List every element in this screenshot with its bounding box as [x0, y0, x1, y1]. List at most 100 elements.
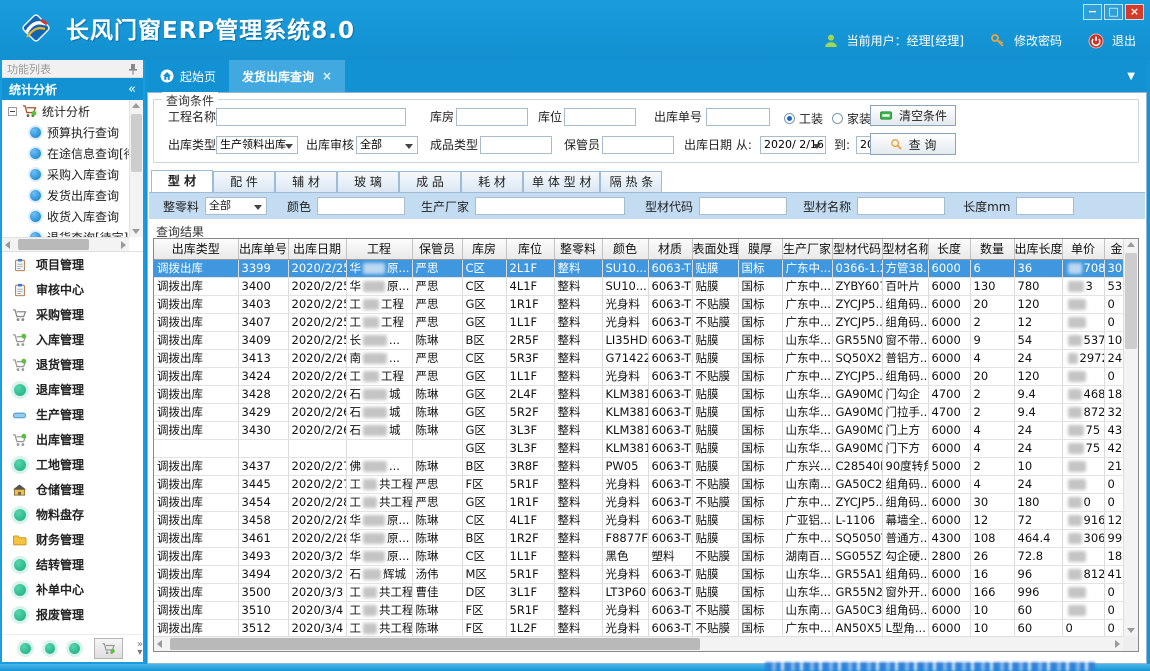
column-header[interactable]: 出库日期: [288, 239, 346, 259]
column-header[interactable]: 库位: [506, 239, 554, 259]
product-type-input[interactable]: [480, 136, 552, 154]
table-row[interactable]: 调拨出库34242020/2/26工工程严思G区1L1F整料光身料6063-T5…: [154, 367, 1123, 385]
table-row[interactable]: 调拨出库34932020/3/2华原...陈琳C区1L1F整料黑色塑料不贴膜国标…: [154, 547, 1123, 565]
table-row[interactable]: 调拨出库34582020/2/28华原...陈琳C区4L1F整料光身料6063-…: [154, 511, 1123, 529]
column-header[interactable]: 型材代码: [832, 239, 882, 259]
clear-conditions-button[interactable]: 清空条件: [870, 105, 956, 126]
radio-industrial[interactable]: 工装: [784, 110, 823, 127]
search-button[interactable]: 查 询: [870, 133, 956, 155]
sidebar-item[interactable]: 工地管理: [2, 452, 143, 477]
sidebar-item[interactable]: 退库管理: [2, 377, 143, 402]
column-header[interactable]: 材质: [648, 239, 692, 259]
location-input[interactable]: [564, 108, 636, 126]
column-header[interactable]: 出库长度: [1014, 239, 1062, 259]
column-header[interactable]: 保管员: [412, 239, 462, 259]
warehouse-input[interactable]: [456, 108, 528, 126]
sidebar-item[interactable]: 采购管理: [2, 302, 143, 327]
tab-outbound-query[interactable]: 发货出库查询 ×: [229, 60, 345, 92]
tree-horizontal-scrollbar[interactable]: [2, 237, 129, 251]
column-header[interactable]: 数量: [970, 239, 1014, 259]
column-header[interactable]: 单价: [1062, 239, 1104, 259]
column-header[interactable]: 出库单号: [238, 239, 288, 259]
table-row[interactable]: 调拨出库34132020/2/26南...严思C区5R3F整料G71422606…: [154, 349, 1123, 367]
column-header[interactable]: 金: [1104, 239, 1123, 259]
sidebar-item[interactable]: 财务管理: [2, 527, 143, 552]
table-row[interactable]: 调拨出库34292020/2/26石城陈琳G区5R2F整料KLM38176063…: [154, 403, 1123, 421]
column-header[interactable]: 整零料: [554, 239, 602, 259]
length-input[interactable]: [1016, 197, 1074, 215]
table-row[interactable]: 调拨出库34302020/2/26石城陈琳G区3L3F整料KLM38176063…: [154, 421, 1123, 439]
tree-expander-icon[interactable]: [8, 107, 17, 116]
stats-group-button[interactable]: [94, 638, 123, 659]
material-tab[interactable]: 耗 材: [461, 171, 523, 192]
table-row[interactable]: 调拨出库34072020/2/25工工程严思G区1L1F整料光身料6063-T5…: [154, 313, 1123, 331]
material-tab[interactable]: 型 材: [151, 170, 213, 192]
sidebar-item[interactable]: 仓储管理: [2, 477, 143, 502]
sidebar-item[interactable]: 退货管理: [2, 352, 143, 377]
sidebar-section-header[interactable]: 统计分析 «: [2, 78, 143, 100]
tab-home[interactable]: 起始页: [147, 60, 229, 92]
column-header[interactable]: 膜厚: [738, 239, 782, 259]
table-row[interactable]: G区3L3F整料KLM38176063-T5贴膜国标山东华...GA90M09.…: [154, 439, 1123, 457]
column-header[interactable]: 表面处理: [692, 239, 738, 259]
column-header[interactable]: 生产厂家: [782, 239, 832, 259]
table-row[interactable]: 调拨出库33992020/2/25华原...严思C区2L1F整料SU10...6…: [154, 259, 1123, 277]
minimize-button[interactable]: −: [1083, 4, 1102, 20]
column-header[interactable]: 库房: [462, 239, 506, 259]
table-header-row[interactable]: 出库类型出库单号出库日期工程保管员库房库位整零料颜色材质表面处理膜厚生产厂家型材…: [154, 239, 1123, 259]
sidebar-item[interactable]: 入库管理: [2, 327, 143, 352]
maximize-button[interactable]: □: [1104, 4, 1123, 20]
logout-link[interactable]: 退出: [1112, 32, 1136, 49]
pin-icon[interactable]: [128, 63, 138, 75]
table-row[interactable]: 调拨出库34032020/2/25工工程严思G区1R1F整料光身料6063-T5…: [154, 295, 1123, 313]
outbound-no-input[interactable]: [706, 108, 770, 126]
more-groups-chevron[interactable]: »▾: [137, 641, 143, 657]
sidebar-item[interactable]: 生产管理: [2, 402, 143, 427]
table-row[interactable]: 调拨出库34942020/3/2石辉城汤伟M区5R1F整料光身料6063-T5贴…: [154, 565, 1123, 583]
tab-list-caret-icon[interactable]: ▼: [1127, 71, 1147, 82]
sidebar-item[interactable]: 结转管理: [2, 552, 143, 577]
table-row[interactable]: 调拨出库34452020/2/27工共工程严思F区5R1F整料光身料6063-T…: [154, 475, 1123, 493]
color-input[interactable]: [317, 197, 405, 215]
grid-horizontal-scrollbar[interactable]: [154, 636, 1123, 651]
change-password-link[interactable]: 修改密码: [1014, 32, 1062, 49]
table-row[interactable]: 调拨出库34372020/2/27佛...陈琳B区3R8F整料PW056063-…: [154, 457, 1123, 475]
tree-item[interactable]: 采购入库查询: [2, 164, 143, 185]
material-tab[interactable]: 成 品: [399, 171, 461, 192]
tree-root[interactable]: 统计分析: [2, 100, 143, 122]
table-row[interactable]: 调拨出库34612020/2/28华原...陈琳B区1R2F整料F8877FT6…: [154, 529, 1123, 547]
table-row[interactable]: 调拨出库34542020/2/28工共工程严思G区1R1F整料光身料6063-T…: [154, 493, 1123, 511]
project-name-input[interactable]: [216, 108, 406, 126]
table-row[interactable]: 调拨出库35122020/3/4工共工程陈琳F区1L2F整料光身料6063-T5…: [154, 619, 1123, 636]
group-dot-icon[interactable]: [45, 643, 56, 654]
material-tab[interactable]: 配 件: [213, 171, 275, 192]
group-dot-icon[interactable]: [20, 643, 31, 654]
column-header[interactable]: 工程: [346, 239, 412, 259]
column-header[interactable]: 出库类型: [154, 239, 238, 259]
table-row[interactable]: 调拨出库34092020/2/25长...陈琳B区2R5F整料LI35HD606…: [154, 331, 1123, 349]
sidebar-item[interactable]: 项目管理: [2, 252, 143, 277]
radio-home-decor[interactable]: 家装: [832, 110, 871, 127]
sidebar-item[interactable]: 物料盘存: [2, 502, 143, 527]
column-header[interactable]: 颜色: [602, 239, 648, 259]
material-tab[interactable]: 隔 热 条: [600, 171, 662, 192]
date-from-picker[interactable]: 2020/ 2/16: [760, 136, 826, 154]
sidebar-item[interactable]: 报废管理: [2, 602, 143, 627]
whole-dropdown[interactable]: 全部: [205, 197, 267, 215]
sidebar-item[interactable]: 审核中心: [2, 277, 143, 302]
tree-item[interactable]: 发货出库查询: [2, 185, 143, 206]
table-row[interactable]: 调拨出库34282020/2/26石城陈琳G区2L4F整料KLM38176063…: [154, 385, 1123, 403]
sidebar-item[interactable]: 补单中心: [2, 577, 143, 602]
table-row[interactable]: 调拨出库34002020/2/25华原...严思C区4L1F整料SU10...6…: [154, 277, 1123, 295]
grid-vertical-scrollbar[interactable]: [1123, 239, 1138, 636]
column-header[interactable]: 长度: [928, 239, 970, 259]
collapse-icon[interactable]: «: [128, 82, 136, 97]
column-header[interactable]: 型材名称: [882, 239, 928, 259]
profile-name-input[interactable]: [857, 197, 945, 215]
material-tab[interactable]: 单 体 型 材: [523, 171, 600, 192]
table-row[interactable]: 调拨出库35102020/3/4工共工程陈琳F区5R1F整料光身料6063-T5…: [154, 601, 1123, 619]
out-type-dropdown[interactable]: 生产领料出库: [216, 136, 298, 154]
tree-item[interactable]: 预算执行查询: [2, 122, 143, 143]
tab-close-icon[interactable]: ×: [322, 69, 332, 83]
manufacturer-input[interactable]: [475, 197, 625, 215]
